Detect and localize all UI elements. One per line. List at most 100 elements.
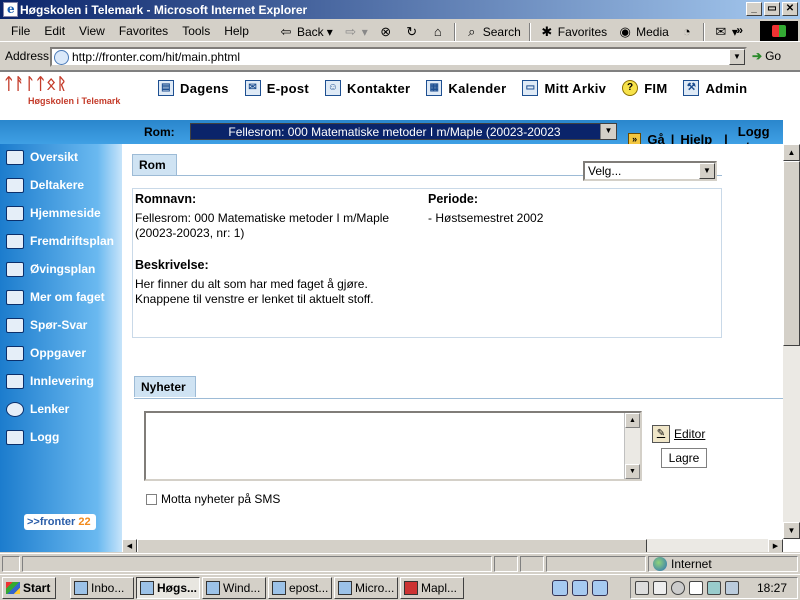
folder-icon (6, 261, 24, 277)
nav-kalender[interactable]: ▦ Kalender (426, 80, 506, 96)
window-title: Høgskolen i Telemark - Microsoft Interne… (20, 2, 308, 17)
nav-mitt-arkiv[interactable]: ▭ Mitt Arkiv (522, 80, 606, 96)
menu-file[interactable]: File (4, 24, 37, 38)
home-button[interactable]: ⌂ (426, 22, 450, 42)
forward-dropdown-icon[interactable]: ▾ (362, 25, 368, 39)
save-button[interactable]: Lagre (661, 448, 707, 468)
scroll-thumb[interactable] (783, 161, 800, 346)
desktop-icon[interactable] (552, 580, 568, 596)
ie-quick-icon[interactable] (572, 580, 588, 596)
sms-label: Motta nyheter på SMS (161, 492, 281, 506)
mouse-icon[interactable] (689, 581, 703, 595)
address-input[interactable]: http://fronter.com/hit/main.phtml ▼ (50, 47, 747, 67)
room-select[interactable]: Fellesrom: 000 Matematiske metoder I m/M… (190, 123, 617, 140)
explorer-icon[interactable] (592, 580, 608, 596)
sidebar-item-spor-svar[interactable]: Spør-Svar (6, 315, 87, 335)
network-icon[interactable] (707, 581, 721, 595)
nav-admin[interactable]: ⚒ Admin (683, 80, 747, 96)
sms-checkbox[interactable] (146, 493, 157, 505)
news-textarea[interactable]: ▲ ▼ (144, 411, 642, 481)
textarea-scrollbar[interactable]: ▲ ▼ (624, 413, 640, 479)
stop-button[interactable]: ⊗ (374, 22, 398, 42)
scroll-up-icon[interactable]: ▲ (625, 413, 640, 428)
description-line2: Knappene til venstre er lenket til aktue… (135, 292, 374, 306)
close-button[interactable]: ✕ (782, 2, 798, 16)
folder-icon (6, 289, 24, 305)
sidebar-item-fremdriftsplan[interactable]: Fremdriftsplan (6, 231, 114, 251)
favorites-button[interactable]: ✱ Favorites (535, 22, 611, 42)
status-progress (494, 556, 518, 572)
mail-dropdown-icon[interactable]: ▾ (732, 25, 738, 39)
scroll-down-icon[interactable]: ▼ (625, 464, 640, 479)
nav-epost[interactable]: ✉ E-post (244, 80, 309, 96)
room-name-value-line1: Fellesrom: 000 Matematiske metoder I m/M… (135, 211, 390, 225)
editor-link[interactable]: ✎ Editor (652, 425, 705, 443)
refresh-icon: ↻ (406, 24, 418, 39)
back-dropdown-icon[interactable]: ▾ (327, 25, 333, 39)
scroll-thumb[interactable] (137, 539, 647, 552)
tray-network2-icon[interactable] (725, 581, 739, 595)
sidebar-item-logg[interactable]: Logg (6, 427, 59, 447)
menu-edit[interactable]: Edit (37, 24, 72, 38)
velg-select[interactable]: Velg... ▼ (583, 161, 717, 181)
ie-icon (3, 2, 18, 17)
sidebar-item-oppgaver[interactable]: Oppgaver (6, 343, 86, 363)
outlook-icon (74, 581, 88, 595)
mail-button[interactable]: ✉ ▾ (709, 22, 742, 42)
nav-dagens[interactable]: ▤ Dagens (158, 80, 229, 96)
sidebar-item-lenker[interactable]: Lenker (6, 399, 69, 419)
sidebar-item-deltakere[interactable]: Deltakere (6, 175, 84, 195)
menu-tools[interactable]: Tools (175, 24, 217, 38)
status-lock (520, 556, 544, 572)
sidebar-item-innlevering[interactable]: Innlevering (6, 371, 94, 391)
scroll-right-icon[interactable]: ▶ (768, 539, 783, 552)
top-navigation: ▤ Dagens ✉ E-post ☺ Kontakter ▦ Kalender ▭ Mi… (158, 80, 747, 96)
sidebar-item-mer-om-faget[interactable]: Mer om faget (6, 287, 105, 307)
sidebar-item-ovingsplan[interactable]: Øvingsplan (6, 259, 95, 279)
scroll-down-icon[interactable]: ▼ (783, 522, 800, 539)
tab-nyheter[interactable]: Nyheter (134, 376, 196, 397)
nav-fim[interactable]: ? FIM (622, 80, 667, 96)
main-content: Rom Velg... ▼ Romnavn: Fellesrom: 000 Ma… (122, 144, 783, 552)
sidebar-item-oversikt[interactable]: Oversikt (6, 147, 78, 167)
horizontal-scrollbar[interactable]: ◀ ▶ (122, 539, 783, 552)
task-inbox[interactable]: Inbo... (70, 577, 134, 599)
search-button[interactable]: ⌕ Search (460, 22, 525, 42)
history-button[interactable]: ◔ (675, 22, 699, 42)
menu-favorites[interactable]: Favorites (112, 24, 175, 38)
sidebar-item-hjemmeside[interactable]: Hjemmeside (6, 203, 101, 223)
search-icon: ⌕ (468, 24, 476, 39)
task-maple[interactable]: Mapl... (400, 577, 464, 599)
menu-view[interactable]: View (72, 24, 112, 38)
tray-clock-app-icon[interactable] (671, 581, 685, 595)
go-arrow-icon: ➔ (752, 49, 763, 63)
minimize-button[interactable]: _ (746, 2, 762, 16)
task-epost[interactable]: epost... (268, 577, 332, 599)
address-dropdown-icon[interactable]: ▼ (729, 49, 745, 65)
scroll-left-icon[interactable]: ◀ (122, 539, 137, 552)
velg-dropdown-icon[interactable]: ▼ (699, 163, 715, 179)
tray-app-icon[interactable] (653, 581, 667, 595)
start-button[interactable]: Start (2, 577, 56, 599)
task-microsoft[interactable]: Micro... (334, 577, 398, 599)
app-icon (338, 581, 352, 595)
task-windows[interactable]: Wind... (202, 577, 266, 599)
refresh-button[interactable]: ↻ (400, 22, 424, 42)
fronter-logo[interactable]: >>fronter 22 (24, 514, 96, 530)
scroll-up-icon[interactable]: ▲ (783, 144, 800, 161)
maximize-button[interactable]: ▭ (764, 2, 780, 16)
volume-icon[interactable] (635, 581, 649, 595)
nav-kontakter[interactable]: ☺ Kontakter (325, 80, 410, 96)
contacts-icon: ☺ (325, 80, 342, 96)
wrench-icon: ⚒ (683, 80, 700, 96)
forward-button[interactable]: ⇨ ▾ (339, 22, 372, 42)
school-logo[interactable]: ᛏᚨᛚᛏᛟᚱ Høgskolen i Telemark (4, 74, 120, 110)
vertical-scrollbar[interactable]: ▲ ▼ (783, 144, 800, 539)
room-dropdown-icon[interactable]: ▼ (600, 124, 616, 139)
back-button[interactable]: ⇦ Back ▾ (274, 22, 337, 42)
go-button[interactable]: ➔ Go (752, 49, 781, 63)
tab-rom[interactable]: Rom (132, 154, 177, 175)
menu-help[interactable]: Help (217, 24, 256, 38)
task-hogskolen[interactable]: Høgs... (136, 577, 200, 599)
media-button[interactable]: ◉ Media (613, 22, 673, 42)
